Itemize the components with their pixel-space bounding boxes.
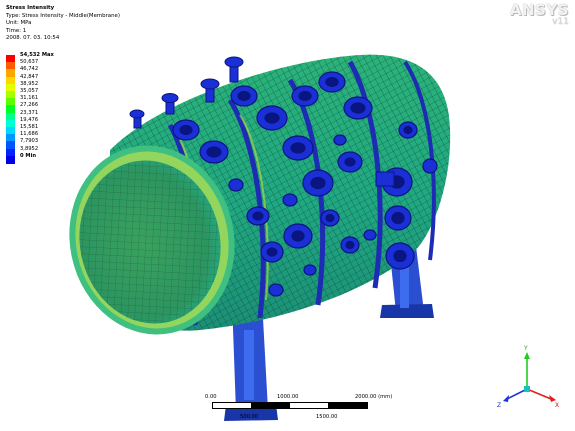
result-title: Stress Intensity bbox=[6, 5, 55, 11]
model-viewport[interactable]: Stress Intensity Type: Stress Intensity … bbox=[0, 0, 575, 431]
legend-label: 46,742 bbox=[20, 66, 39, 73]
result-header: Stress Intensity Type: Stress Intensity … bbox=[6, 5, 120, 43]
legend-label: 50,637 bbox=[20, 59, 39, 66]
logo-version: v11 bbox=[552, 17, 569, 27]
scale-segment-2 bbox=[251, 402, 290, 409]
ansys-logo: ANSYS v11 bbox=[510, 3, 569, 27]
scale-label-500: 500.00 bbox=[240, 414, 259, 420]
legend-label: 15,581 bbox=[20, 124, 39, 130]
legend-label: 54,532 Max bbox=[20, 52, 54, 58]
y-axis-label: Y bbox=[523, 345, 528, 352]
x-axis-line bbox=[526, 388, 552, 400]
legend-label: 19,476 bbox=[20, 116, 39, 123]
scale-segment-4 bbox=[328, 402, 368, 409]
legend-label: 23,371 bbox=[20, 109, 39, 116]
scale-label-0: 0.00 bbox=[205, 394, 217, 400]
legend-label: 27,266 bbox=[20, 102, 39, 109]
x-axis-label: X bbox=[555, 402, 559, 409]
z-axis-arrow bbox=[503, 395, 509, 402]
legend-label: 3,8952 bbox=[20, 145, 39, 152]
legend-label: 42,847 bbox=[20, 73, 39, 80]
scale-label-1000: 1000.00 bbox=[277, 394, 299, 400]
legend-label: 11,686 bbox=[20, 131, 39, 138]
scale-segment-1 bbox=[212, 402, 252, 409]
legend-label: 38,952 bbox=[20, 80, 39, 87]
legend-swatch bbox=[6, 155, 15, 164]
scale-label-1500: 1500.00 bbox=[316, 414, 338, 420]
legend-label: 35,057 bbox=[20, 88, 39, 94]
legend-label: 7,7903 bbox=[20, 138, 39, 145]
triad-origin bbox=[524, 386, 530, 392]
result-type: Type: Stress Intensity - Middle(Membrane… bbox=[6, 12, 120, 19]
x-axis-arrow bbox=[549, 395, 556, 402]
z-axis-label: Z bbox=[497, 402, 501, 409]
logo-brand: ANSYS bbox=[509, 1, 569, 19]
scale-label-2000: 2000.00 (mm) bbox=[355, 394, 393, 400]
vessel-model[interactable] bbox=[0, 0, 575, 431]
result-unit: Unit: MPa bbox=[6, 20, 32, 27]
result-time: Time: 1 bbox=[6, 27, 27, 34]
result-date: 2008. 07. 03. 10:54 bbox=[6, 35, 60, 42]
legend-label: 0 Min bbox=[20, 152, 37, 159]
y-axis-arrow bbox=[524, 352, 530, 359]
legend-label: 31,161 bbox=[20, 95, 39, 102]
scale-bar: 0.00 1000.00 2000.00 (mm) 500.00 1500.00 bbox=[200, 394, 400, 424]
scale-segment-3 bbox=[289, 402, 329, 409]
coordinate-triad[interactable]: Y X Z bbox=[495, 345, 565, 415]
